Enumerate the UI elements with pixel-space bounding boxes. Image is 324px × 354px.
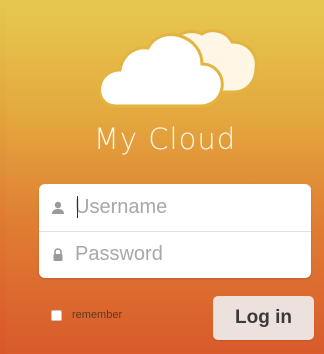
app-title: My Cloud xyxy=(93,122,237,156)
remember-option[interactable]: remember xyxy=(51,309,122,321)
login-screen: My Cloud remember Log in xyxy=(6,6,324,354)
login-button[interactable]: Log in xyxy=(213,296,314,340)
cloud-icon xyxy=(98,29,258,108)
login-form xyxy=(39,184,311,278)
user-icon xyxy=(52,201,64,214)
username-field xyxy=(39,184,311,232)
username-input[interactable] xyxy=(75,192,300,222)
remember-label[interactable]: remember xyxy=(72,309,122,321)
text-caret xyxy=(77,196,78,218)
remember-checkbox[interactable] xyxy=(51,309,62,321)
password-field xyxy=(39,231,311,278)
lock-icon xyxy=(53,248,63,261)
password-input[interactable] xyxy=(75,239,300,269)
